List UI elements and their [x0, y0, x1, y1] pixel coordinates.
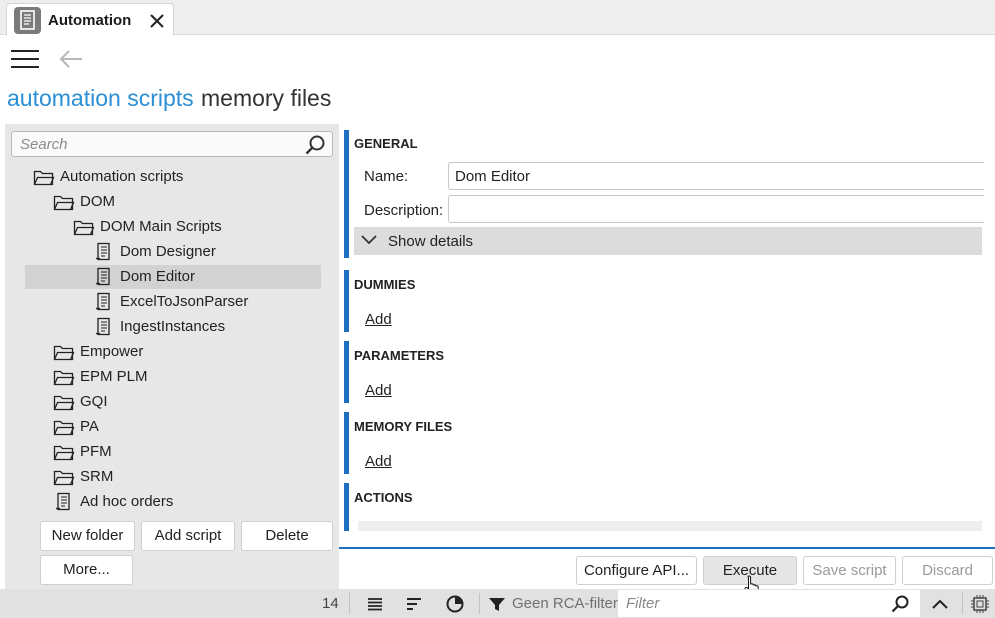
show-details-label: Show details — [388, 233, 474, 250]
folder-icon — [53, 417, 75, 437]
tree-node[interactable]: SRM — [25, 465, 321, 489]
tree-node-label: DOM Main Scripts — [100, 218, 222, 235]
tree-node-label: Dom Editor — [120, 268, 196, 285]
script-tree: Automation scripts DOM DOM Main Scripts Dom… — [25, 165, 321, 517]
tab-memory-files[interactable]: memory files — [201, 85, 331, 112]
chevron-up-icon[interactable] — [930, 594, 950, 614]
item-count: 14 — [322, 595, 339, 612]
tree-node-label: Empower — [80, 343, 144, 360]
tree-node[interactable]: Dom Editor — [25, 265, 321, 289]
hamburger-menu-icon[interactable] — [11, 50, 39, 70]
folder-icon — [53, 467, 75, 487]
dummies-section-title: DUMMIES — [354, 277, 416, 292]
description-label: Description: — [364, 202, 444, 219]
tree-node[interactable]: IngestInstances — [25, 315, 321, 339]
script-icon — [93, 317, 115, 337]
search-icon[interactable] — [890, 594, 910, 614]
divider — [339, 547, 995, 549]
sort-icon[interactable] — [404, 594, 424, 614]
rca-filter-status: Geen RCA-filter — [512, 595, 618, 612]
filter-input[interactable]: Filter — [618, 590, 920, 617]
tree-node-label: GQI — [80, 393, 108, 410]
folder-icon — [33, 167, 55, 187]
tree-node[interactable]: Dom Designer — [25, 240, 321, 264]
save-script-button[interactable]: Save script — [803, 556, 896, 585]
script-icon — [53, 492, 75, 512]
show-details-toggle[interactable]: Show details — [354, 227, 982, 255]
script-icon — [93, 292, 115, 312]
tab-automation[interactable]: Automation — [6, 3, 174, 36]
search-placeholder: Search — [20, 136, 68, 153]
divider — [962, 593, 963, 614]
script-icon — [93, 242, 115, 262]
tab-automation-scripts[interactable]: automation scripts — [7, 85, 194, 112]
back-arrow-icon[interactable] — [58, 48, 84, 70]
tree-node-label: PFM — [80, 443, 112, 460]
name-field[interactable]: Dom Editor — [448, 162, 984, 190]
delete-button[interactable]: Delete — [241, 521, 333, 551]
close-icon[interactable] — [148, 12, 166, 30]
script-tree-panel: Search Automation scripts DOM DOM Main Scr… — [5, 124, 339, 589]
new-folder-button[interactable]: New folder — [40, 521, 135, 551]
actions-section-title: ACTIONS — [354, 490, 413, 505]
tree-node[interactable]: Empower — [25, 340, 321, 364]
memory-files-section-title: MEMORY FILES — [354, 419, 453, 434]
tree-node-label: EPM PLM — [80, 368, 148, 385]
divider — [349, 593, 350, 614]
tree-node[interactable]: ExcelToJsonParser — [25, 290, 321, 314]
add-script-button[interactable]: Add script — [141, 521, 235, 551]
tree-node-label: PA — [80, 418, 99, 435]
folder-icon — [53, 192, 75, 212]
general-section-title: GENERAL — [354, 136, 418, 151]
tree-node[interactable]: Ad hoc orders — [25, 490, 321, 514]
search-icon[interactable] — [304, 134, 326, 156]
tree-node-label: Ad hoc orders — [80, 493, 174, 510]
tree-node-label: SRM — [80, 468, 114, 485]
folder-icon — [53, 442, 75, 462]
pie-chart-icon[interactable] — [445, 594, 465, 614]
name-label: Name: — [364, 168, 409, 185]
tree-node[interactable]: GQI — [25, 390, 321, 414]
tree-node-label: IngestInstances — [120, 318, 226, 335]
actions-list — [358, 521, 982, 531]
description-field[interactable] — [448, 195, 984, 223]
tree-node[interactable]: EPM PLM — [25, 365, 321, 389]
add-parameter-link[interactable]: Add — [365, 382, 392, 399]
list-icon[interactable] — [365, 594, 385, 614]
window-tabbar: Automation — [0, 0, 995, 36]
divider — [479, 593, 480, 614]
tree-node-label: DOM — [80, 193, 115, 210]
tree-node-label: Dom Designer — [120, 243, 216, 260]
script-icon — [93, 267, 115, 287]
folder-icon — [53, 342, 75, 362]
folder-icon — [73, 217, 95, 237]
configure-api-button[interactable]: Configure API... — [576, 556, 697, 585]
status-bar: 14 Geen RCA-filter Filter — [0, 589, 995, 618]
tree-node[interactable]: PFM — [25, 440, 321, 464]
dummies-section-bar — [344, 270, 984, 332]
automation-script-icon — [14, 7, 41, 34]
tree-node[interactable]: DOM — [25, 190, 321, 214]
tree-node-label: ExcelToJsonParser — [120, 293, 249, 310]
more-button[interactable]: More... — [40, 555, 133, 585]
tab-title: Automation — [48, 12, 132, 29]
folder-icon — [53, 392, 75, 412]
filter-icon[interactable] — [487, 594, 507, 614]
filter-placeholder: Filter — [626, 595, 660, 612]
tree-node[interactable]: Automation scripts — [25, 165, 321, 189]
tree-node-label: Automation scripts — [60, 168, 184, 185]
discard-button[interactable]: Discard — [902, 556, 993, 585]
parameters-section-title: PARAMETERS — [354, 348, 445, 363]
tree-node[interactable]: DOM Main Scripts — [25, 215, 321, 239]
cpu-icon[interactable] — [970, 594, 990, 614]
search-input[interactable]: Search — [11, 131, 333, 157]
add-memory-file-link[interactable]: Add — [365, 453, 392, 470]
tree-node[interactable]: PA — [25, 415, 321, 439]
add-dummy-link[interactable]: Add — [365, 311, 392, 328]
folder-icon — [53, 367, 75, 387]
chevron-down-icon — [360, 233, 378, 247]
